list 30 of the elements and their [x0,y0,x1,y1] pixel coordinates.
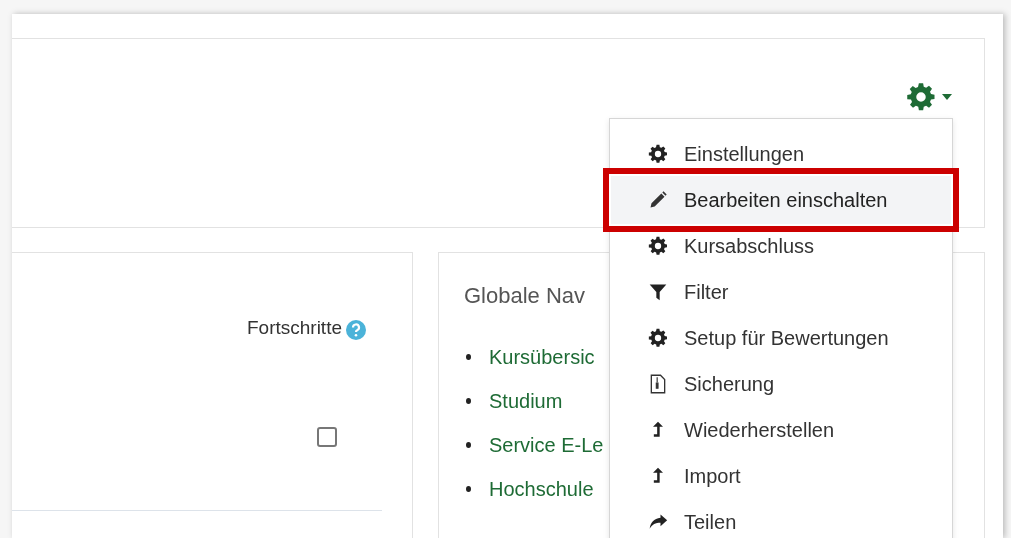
menu-item[interactable]: Wiederherstellen [610,417,952,443]
caret-icon [942,94,952,100]
navigation-link[interactable]: Studium [489,389,563,413]
progress-label: Fortschritte [246,317,342,339]
menu-item[interactable]: Import [610,463,952,489]
menu-item[interactable]: Kursabschluss [610,233,952,259]
menu-item[interactable]: Einstellungen [610,141,952,167]
navigation-link[interactable]: Service E-Le [489,433,604,457]
funnel-icon [648,282,668,302]
help-icon[interactable] [346,320,366,340]
pencil-icon [648,190,668,210]
checkbox[interactable] [317,427,337,447]
menu-item[interactable]: Filter [610,279,952,305]
file-icon [648,374,668,394]
bullet-icon [466,398,471,404]
bullet-icon [466,442,471,448]
bullet-icon [466,486,471,492]
gear-icon [648,328,668,348]
navigation-link[interactable]: Hochschule [489,477,594,501]
navigation-link[interactable]: Kursübersic [489,345,595,369]
actions-menu-toggle[interactable] [906,81,952,113]
gear-icon [648,236,668,256]
menu-item[interactable]: Setup für Bewertungen [610,325,952,351]
bullet-icon [466,354,471,360]
gear-icon [648,144,668,164]
block-title: Globale Nav [464,283,586,309]
menu-item[interactable]: Sicherung [610,371,952,397]
menu-item[interactable]: Bearbeiten einschalten [610,187,952,213]
settings-icon [906,82,936,112]
menu-item[interactable]: Teilen [610,509,952,535]
